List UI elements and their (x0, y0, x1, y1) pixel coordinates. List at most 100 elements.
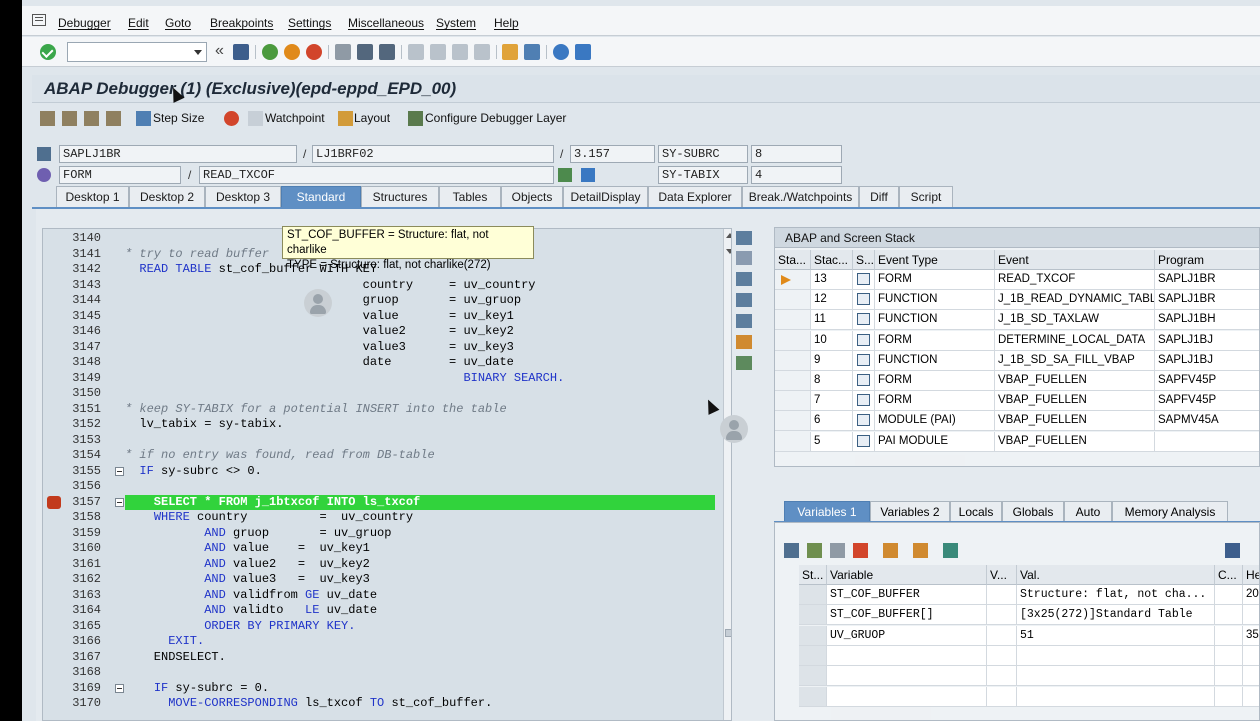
stack-cell-event[interactable]: VBAP_FUELLEN (995, 391, 1155, 412)
code-line[interactable]: 3143 country = uv_country (43, 278, 723, 294)
stack-cell-event[interactable]: DETERMINE_LOCAL_DATA (995, 330, 1155, 351)
stack-column-header[interactable]: Stac... (811, 250, 853, 270)
new-tool-icon[interactable] (736, 251, 752, 265)
delete-icon[interactable] (784, 543, 799, 558)
replace-tool-icon[interactable] (736, 272, 752, 286)
stack-type-icon-cell[interactable] (853, 391, 875, 412)
variable-icon[interactable] (853, 543, 868, 558)
find-icon[interactable] (357, 44, 373, 60)
code-line[interactable]: 3159 AND gruop = uv_gruop (43, 526, 723, 542)
stack-cell-type[interactable]: MODULE (PAI) (875, 411, 995, 432)
stack-cell-type[interactable]: FORM (875, 371, 995, 391)
continue-icon[interactable] (106, 111, 121, 126)
customize-layout-icon[interactable] (575, 44, 591, 60)
stack-row-marker[interactable] (775, 270, 811, 290)
new-session-icon[interactable] (502, 44, 518, 60)
stack-cell-program[interactable] (1155, 431, 1259, 452)
watchpoint-button[interactable]: Watchpoint (265, 111, 325, 125)
previous-page-icon[interactable] (430, 44, 446, 60)
watchpoint-icon[interactable] (248, 111, 263, 126)
fold-toggle-icon[interactable] (115, 497, 124, 507)
layout-icon[interactable] (338, 111, 353, 126)
menu-system[interactable]: System (436, 16, 476, 30)
variable-empty-cell[interactable] (1017, 645, 1215, 666)
code-line[interactable]: 3150 (43, 386, 723, 402)
configure-debugger-layer-button[interactable]: Configure Debugger Layer (425, 111, 566, 125)
stack-cell-type[interactable]: FUNCTION (875, 310, 995, 331)
tab-desktop-1[interactable]: Desktop 1 (56, 186, 129, 207)
code-line[interactable]: 3168 (43, 665, 723, 681)
variable-cell[interactable] (987, 625, 1017, 646)
tab-tables[interactable]: Tables (439, 186, 501, 207)
code-line[interactable]: 3166 EXIT. (43, 634, 723, 650)
stack-cell-program[interactable]: SAPLJ1BJ (1155, 330, 1259, 351)
variable-cell[interactable] (799, 585, 827, 605)
stack-cell-level[interactable]: 9 (811, 350, 853, 371)
variable-empty-cell[interactable] (987, 666, 1017, 687)
layout-button[interactable]: Layout (354, 111, 390, 125)
tab-diff[interactable]: Diff (859, 186, 899, 207)
variable-cell[interactable] (987, 605, 1017, 626)
event-type-field[interactable]: FORM (59, 166, 181, 184)
code-line[interactable]: 3157 SELECT * FROM j_1btxcof INTO ls_txc… (43, 494, 723, 510)
tab-variables-1[interactable]: Variables 1 (784, 501, 870, 522)
stack-cell-program[interactable]: SAPLJ1BR (1155, 270, 1259, 290)
settings-icon[interactable] (943, 543, 958, 558)
variable-cell[interactable] (799, 625, 827, 646)
stack-row-marker[interactable] (775, 391, 811, 412)
stack-cell-type[interactable]: FORM (875, 330, 995, 351)
stack-cell-event[interactable]: READ_TXCOF (995, 270, 1155, 290)
stack-cell-program[interactable]: SAPFV45P (1155, 391, 1259, 412)
editor-vertical-scrollbar[interactable] (723, 229, 731, 720)
code-line[interactable]: 3148 date = uv_date (43, 355, 723, 371)
code-line[interactable]: 3161 AND value2 = uv_key2 (43, 557, 723, 573)
stack-cell-type[interactable]: FUNCTION (875, 350, 995, 371)
collapse-chevron-icon[interactable]: « (215, 42, 224, 60)
find-next-icon[interactable] (379, 44, 395, 60)
tab-desktop-3[interactable]: Desktop 3 (205, 186, 281, 207)
help-icon[interactable] (553, 44, 569, 60)
app-menu-icon[interactable] (32, 14, 46, 26)
variable-empty-cell[interactable] (827, 666, 987, 687)
services-icon[interactable] (736, 335, 752, 349)
transfer-icon[interactable] (913, 543, 928, 558)
fold-toggle-icon[interactable] (115, 683, 124, 693)
program-field[interactable]: SAPLJ1BR (59, 145, 297, 163)
stack-column-header[interactable]: S... (853, 250, 875, 270)
variables-horizontal-scrollbar[interactable] (831, 707, 931, 720)
variable-value-cell[interactable]: 51 (1017, 625, 1215, 646)
command-field[interactable] (67, 42, 207, 62)
code-line[interactable]: 3160 AND value = uv_key1 (43, 541, 723, 557)
code-line[interactable]: 3167 ENDSELECT. (43, 650, 723, 666)
variable-empty-cell[interactable] (1017, 686, 1215, 707)
fold-toggle-icon[interactable] (115, 466, 124, 476)
stack-cell-level[interactable]: 6 (811, 411, 853, 432)
variable-cell[interactable] (1215, 625, 1243, 646)
scroll-down-icon[interactable] (726, 249, 731, 254)
menu-settings[interactable]: Settings (288, 16, 331, 30)
tab-desktop-2[interactable]: Desktop 2 (129, 186, 205, 207)
import-icon[interactable] (807, 543, 822, 558)
save-icon[interactable] (1225, 543, 1240, 558)
menu-edit[interactable]: Edit (128, 16, 149, 30)
print-icon[interactable] (335, 44, 351, 60)
code-line[interactable]: 3162 AND value3 = uv_key3 (43, 572, 723, 588)
tab-break-watchpoints[interactable]: Break./Watchpoints (742, 186, 859, 207)
menu-help[interactable]: Help (494, 16, 519, 30)
export-icon[interactable] (830, 543, 845, 558)
code-line[interactable]: 3153 (43, 433, 723, 449)
variable-empty-cell[interactable] (799, 645, 827, 666)
stack-cell-level[interactable]: 7 (811, 391, 853, 412)
variable-empty-cell[interactable] (1243, 645, 1259, 666)
code-line[interactable]: 3169 IF sy-subrc = 0. (43, 681, 723, 697)
stack-cell-program[interactable]: SAPLJ1BR (1155, 290, 1259, 311)
stack-horizontal-scrollbar[interactable] (855, 455, 965, 466)
stack-cell-type[interactable]: FORM (875, 270, 995, 290)
stack-column-header[interactable]: Program (1155, 250, 1259, 270)
exit-icon[interactable] (284, 44, 300, 60)
variables-column-header[interactable]: Val. (1017, 565, 1215, 585)
variable-hex-cell[interactable] (1243, 605, 1259, 626)
stack-cell-type[interactable]: FORM (875, 391, 995, 412)
include-field[interactable]: LJ1BRF02 (312, 145, 554, 163)
code-line[interactable]: 3158 WHERE country = uv_country (43, 510, 723, 526)
